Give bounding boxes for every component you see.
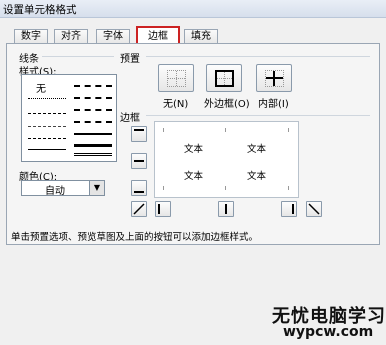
title-bar: 设置单元格格式 bbox=[0, 0, 386, 18]
preset-none-label: 无(N) bbox=[163, 99, 189, 110]
border-preview[interactable]: 文本 文本 文本 文本 bbox=[154, 121, 299, 198]
line-style-dashdot[interactable] bbox=[28, 113, 66, 114]
tab-fill-label: 填充 bbox=[191, 31, 211, 42]
line-style-dash3[interactable] bbox=[28, 138, 66, 139]
preview-corner-tick bbox=[288, 128, 289, 132]
tab-alignment[interactable]: 对齐 bbox=[54, 29, 88, 44]
border-title: 边框 bbox=[120, 113, 140, 124]
line-style-list[interactable]: 无 bbox=[21, 74, 117, 162]
border-left-button[interactable] bbox=[155, 201, 171, 217]
line-style-thick[interactable] bbox=[74, 144, 112, 147]
preview-text: 文本 bbox=[184, 144, 204, 155]
line-style-none[interactable]: 无 bbox=[36, 80, 46, 95]
tab-fill[interactable]: 填充 bbox=[184, 29, 218, 44]
line-section-divider bbox=[42, 56, 114, 57]
preset-outline-button[interactable] bbox=[206, 64, 242, 92]
border-middle-vertical-icon bbox=[225, 204, 227, 214]
tab-number[interactable]: 数字 bbox=[14, 29, 48, 44]
line-style-slant-dashdot[interactable] bbox=[74, 97, 112, 99]
preset-inside-button[interactable] bbox=[256, 64, 292, 92]
color-select[interactable]: 自动 ▼ bbox=[21, 180, 105, 197]
watermark-url: wypcw.com bbox=[283, 324, 374, 340]
preview-corner-tick bbox=[163, 128, 164, 132]
preset-outline-icon bbox=[215, 70, 234, 87]
border-diagonal-up-button[interactable] bbox=[131, 201, 147, 217]
tab-strip: 数字 对齐 字体 边框 填充 bbox=[0, 17, 386, 46]
border-middle-horizontal-button[interactable] bbox=[131, 153, 147, 169]
preset-outline-label: 外边框(O) bbox=[204, 99, 250, 110]
border-bottom-button[interactable] bbox=[131, 180, 147, 196]
tab-number-label: 数字 bbox=[21, 31, 41, 42]
border-top-button[interactable] bbox=[131, 126, 147, 142]
line-style-thin[interactable] bbox=[28, 149, 66, 150]
line-style-dash2[interactable] bbox=[28, 126, 66, 127]
preset-none-button[interactable] bbox=[158, 64, 194, 92]
diagonal-up-icon bbox=[133, 203, 145, 215]
preview-corner-tick bbox=[225, 128, 226, 132]
border-bottom-icon bbox=[134, 181, 144, 193]
preview-corner-tick bbox=[163, 186, 164, 190]
border-right-button[interactable] bbox=[281, 201, 297, 217]
diagonal-down-icon bbox=[308, 203, 320, 215]
border-divider bbox=[146, 115, 370, 116]
border-middle-vertical-button[interactable] bbox=[218, 201, 234, 217]
preset-inside-label: 内部(I) bbox=[258, 99, 289, 110]
hint-text: 单击预置选项、预览草图及上面的按钮可以添加边框样式。 bbox=[11, 232, 259, 243]
chevron-down-icon[interactable]: ▼ bbox=[89, 181, 104, 195]
window-title: 设置单元格格式 bbox=[3, 4, 77, 16]
tab-alignment-label: 对齐 bbox=[61, 31, 81, 42]
preview-text: 文本 bbox=[247, 171, 267, 182]
line-style-medium[interactable] bbox=[74, 133, 112, 135]
tab-font[interactable]: 字体 bbox=[96, 29, 130, 44]
line-style-double[interactable] bbox=[74, 153, 112, 156]
border-diagonal-down-button[interactable] bbox=[306, 201, 322, 217]
preview-corner-tick bbox=[225, 186, 226, 190]
preset-inside-icon bbox=[265, 70, 284, 87]
border-right-icon bbox=[282, 204, 294, 214]
preview-corner-tick bbox=[288, 186, 289, 190]
presets-title: 预置 bbox=[120, 54, 140, 65]
color-value: 自动 bbox=[45, 186, 65, 197]
border-top-icon bbox=[134, 129, 144, 141]
presets-divider bbox=[146, 56, 370, 57]
preset-none-icon bbox=[167, 70, 186, 87]
preview-text: 文本 bbox=[184, 171, 204, 182]
border-middle-horizontal-icon bbox=[134, 160, 144, 162]
line-style-dotted[interactable] bbox=[28, 98, 66, 99]
line-style-medium-dashed[interactable] bbox=[74, 121, 112, 123]
border-left-icon bbox=[158, 204, 170, 214]
line-style-medium-dashdot[interactable] bbox=[74, 109, 112, 111]
line-style-medium-dashdotdot[interactable] bbox=[74, 85, 112, 87]
tab-font-label: 字体 bbox=[103, 31, 123, 42]
preview-text: 文本 bbox=[247, 144, 267, 155]
tab-border-label: 边框 bbox=[148, 31, 168, 42]
